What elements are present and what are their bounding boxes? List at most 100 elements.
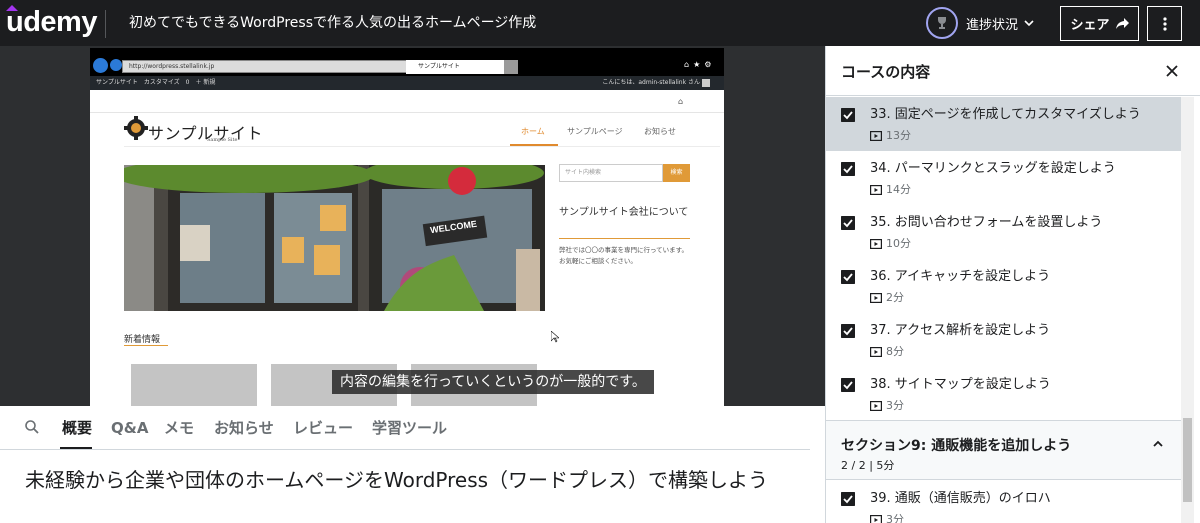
share-label: シェア: [1070, 18, 1110, 33]
course-tabs: 概要 Q&A メモ お知らせ レビュー 学習ツール: [0, 406, 810, 450]
video-icon: [870, 400, 882, 411]
lesson-title: 34. パーマリンクとスラッグを設定しよう: [870, 161, 1116, 176]
progress-button[interactable]: 進捗状況: [926, 7, 1034, 39]
lesson-duration: 3分: [886, 399, 904, 412]
progress-label: 進捗状況: [966, 17, 1019, 33]
wp-admin-bar-greeting: こんにちは、admin-stellalink さん: [602, 79, 700, 86]
lesson-duration: 2分: [886, 291, 904, 304]
lesson-item[interactable]: 36. アイキャッチを設定しよう 2分: [826, 259, 1181, 313]
lesson-item[interactable]: 33. 固定ページを作成してカスタマイズしよう 13分: [826, 97, 1181, 151]
udemy-logo[interactable]: udemy: [6, 5, 97, 39]
forward-icon: [110, 59, 122, 71]
checkbox-checked-icon[interactable]: [841, 108, 855, 122]
browser-toolbar: http://wordpress.stellalink.jp サンプルサイト ⌂…: [90, 48, 724, 76]
lesson-meta: 2分: [870, 290, 904, 305]
home-icon: ⌂: [678, 97, 684, 106]
lesson-title: 36. アイキャッチを設定しよう: [870, 269, 1051, 284]
lesson-title: 33. 固定ページを作成してカスタマイズしよう: [870, 107, 1141, 122]
share-button[interactable]: シェア: [1060, 6, 1139, 41]
checkbox-checked-icon[interactable]: [841, 378, 855, 392]
checkbox-checked-icon[interactable]: [841, 492, 855, 506]
panel-scrollbar-thumb[interactable]: [1183, 418, 1192, 502]
lesson-duration: 10分: [886, 237, 911, 250]
chevron-up-icon[interactable]: [1152, 438, 1164, 450]
checkbox-checked-icon[interactable]: [841, 216, 855, 230]
site-sidebar-divider: [559, 238, 690, 239]
video-player[interactable]: http://wordpress.stellalink.jp サンプルサイト ⌂…: [0, 46, 825, 406]
lesson-item[interactable]: 35. お問い合わせフォームを設置しよう 10分: [826, 205, 1181, 259]
more-options-button[interactable]: [1147, 6, 1182, 41]
browser-new-tab: [504, 60, 518, 74]
site-nav-home: ホーム: [521, 127, 545, 136]
checkbox-checked-icon[interactable]: [841, 324, 855, 338]
lesson-item[interactable]: 38. サイトマップを設定しよう 3分: [826, 367, 1181, 421]
site-news-heading: 新着情報: [124, 335, 161, 345]
video-icon: [870, 184, 882, 195]
tab-announcements[interactable]: お知らせ: [214, 418, 274, 438]
gear-logo-icon: [124, 116, 148, 140]
share-arrow-icon: [1115, 18, 1129, 29]
section-header[interactable]: セクション9: 通販機能を追加しよう 2 / 2 | 5分: [826, 420, 1181, 480]
search-icon[interactable]: [24, 419, 40, 435]
lesson-meta: 3分: [870, 512, 904, 523]
lesson-item[interactable]: 37. アクセス解析を設定しよう 8分: [826, 313, 1181, 367]
wp-admin-bar: サンプルサイト カスタマイズ 0 ＋ 新規 こんにちは、admin-stella…: [90, 76, 724, 90]
site-divider: [90, 112, 724, 113]
avatar: [702, 79, 710, 87]
mouse-cursor-icon: [551, 331, 559, 343]
wp-admin-bar-left: サンプルサイト カスタマイズ 0 ＋ 新規: [96, 79, 216, 86]
lesson-duration: 8分: [886, 345, 904, 358]
storefront-photo: WELCOME: [124, 165, 545, 311]
lesson-meta: 10分: [870, 236, 911, 251]
video-icon: [870, 130, 882, 141]
section-meta: 2 / 2 | 5分: [841, 459, 895, 472]
lesson-meta: 8分: [870, 344, 904, 359]
site-news-underline: [124, 345, 168, 346]
site-logo: サンプルサイト: [148, 124, 264, 143]
lesson-item[interactable]: 39. 通販（通信販売）のイロハ 3分: [826, 481, 1181, 523]
tab-qa[interactable]: Q&A: [111, 418, 148, 438]
tab-overview[interactable]: 概要: [62, 418, 92, 438]
trophy-icon: [926, 7, 958, 39]
vertical-dots-icon: [1162, 16, 1167, 31]
top-bar: udemy 初めてでもできるWordPressで作る人気の出るホームページ作成 …: [0, 0, 1200, 46]
section-title: セクション9: 通販機能を追加しよう: [841, 438, 1072, 454]
lesson-duration: 3分: [886, 513, 904, 523]
lesson-duration: 14分: [886, 183, 911, 196]
lesson-meta: 14分: [870, 182, 911, 197]
tab-notes[interactable]: メモ: [164, 418, 194, 438]
lesson-meta: 13分: [870, 128, 911, 143]
panel-header: コースの内容: [826, 46, 1200, 96]
browser-toolbar-icons: ⌂★⚙: [684, 60, 716, 69]
course-title[interactable]: 初めてでもできるWordPressで作る人気の出るホームページ作成: [129, 13, 536, 33]
close-icon[interactable]: [1165, 64, 1179, 78]
site-sidebar-text: 弊社では〇〇の事業を専門に行っています。お気軽にご相談ください。: [559, 246, 689, 265]
video-icon: [870, 238, 882, 249]
panel-title: コースの内容: [841, 63, 931, 81]
lesson-meta: 3分: [870, 398, 904, 413]
site-logo-subtitle: Sample Site: [207, 137, 238, 143]
tab-learning-tools[interactable]: 学習ツール: [372, 418, 447, 438]
site-search-input: サイト内検索: [559, 164, 663, 182]
site-nav-sample: サンプルページ: [567, 127, 623, 136]
course-main-title: 未経験から企業や団体のホームページをWordPress（ワードプレス）で構築しよ…: [25, 468, 769, 492]
checkbox-checked-icon[interactable]: [841, 162, 855, 176]
lesson-title: 39. 通販（通信販売）のイロハ: [870, 491, 1051, 506]
lesson-duration: 13分: [886, 129, 911, 142]
course-content-panel: コースの内容 33. 固定ページを作成してカスタマイズしよう 13分 34. パ…: [825, 46, 1200, 523]
lesson-title: 35. お問い合わせフォームを設置しよう: [870, 215, 1103, 230]
chevron-down-icon: [1024, 20, 1034, 27]
browser-tab: サンプルサイト: [406, 60, 504, 74]
tab-active-indicator: [60, 447, 92, 449]
site-nav-news: お知らせ: [644, 127, 676, 136]
logo-hat-icon: [6, 5, 18, 11]
header-divider: [105, 10, 106, 38]
video-frame[interactable]: http://wordpress.stellalink.jp サンプルサイト ⌂…: [90, 48, 724, 406]
tab-reviews[interactable]: レビュー: [293, 418, 353, 438]
site-nav-divider: [124, 146, 720, 147]
back-icon: [93, 58, 108, 73]
site-sidebar-heading: サンプルサイト会社について: [559, 207, 689, 218]
checkbox-checked-icon[interactable]: [841, 270, 855, 284]
lesson-item[interactable]: 34. パーマリンクとスラッグを設定しよう 14分: [826, 151, 1181, 205]
video-icon: [870, 514, 882, 523]
